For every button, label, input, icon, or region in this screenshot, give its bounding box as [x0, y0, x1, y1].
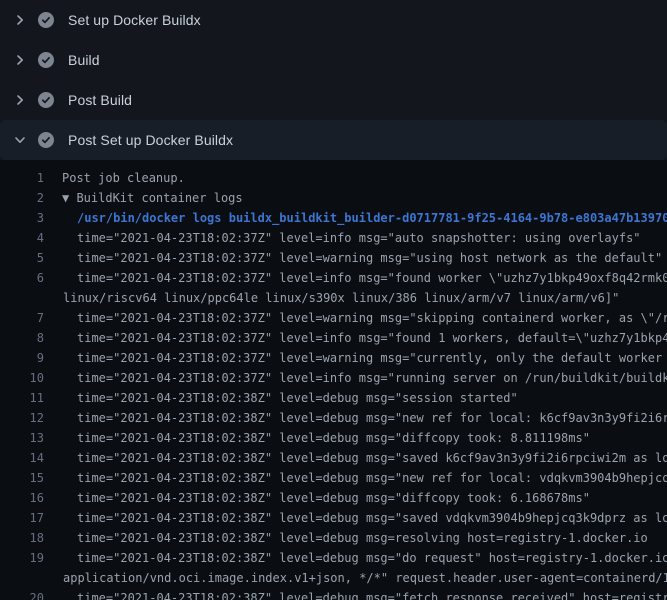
log-text: time="2021-04-23T18:02:38Z" level=debug … — [77, 388, 518, 408]
log-line-continuation[interactable]: application/vnd.oci.image.index.v1+json,… — [0, 568, 667, 588]
log-group-title[interactable]: BuildKit container logs — [76, 191, 242, 205]
log-line[interactable]: 12 time="2021-04-23T18:02:38Z" level=debu… — [0, 408, 667, 428]
line-number[interactable]: 13 — [0, 428, 44, 448]
log-text: time="2021-04-23T18:02:37Z" level=warnin… — [77, 308, 667, 328]
step-list: Set up Docker Buildx Build Post Build Post … — [0, 0, 667, 160]
chevron-right-icon[interactable] — [12, 92, 28, 108]
log-text: time="2021-04-23T18:02:38Z" level=debug … — [77, 488, 590, 508]
log-text: ▼ BuildKit container logs — [62, 188, 243, 208]
line-number[interactable]: 2 — [0, 188, 44, 208]
log-text: linux/riscv64 linux/ppc64le linux/s390x … — [63, 288, 619, 308]
log-area: 1 Post job cleanup. 2 ▼ BuildKit container … — [0, 160, 667, 600]
log-text: time="2021-04-23T18:02:38Z" level=debug … — [77, 408, 667, 428]
log-text: time="2021-04-23T18:02:38Z" level=debug … — [77, 448, 667, 468]
log-line[interactable]: 17 time="2021-04-23T18:02:38Z" level=debu… — [0, 508, 667, 528]
log-line[interactable]: 13 time="2021-04-23T18:02:38Z" level=debu… — [0, 428, 667, 448]
chevron-down-icon[interactable] — [12, 132, 28, 148]
log-text: Post job cleanup. — [62, 168, 185, 188]
log-line[interactable]: 3/usr/bin/docker logs buildx_buildkit_bu… — [0, 208, 667, 228]
log-text: time="2021-04-23T18:02:38Z" level=debug … — [77, 428, 590, 448]
line-number[interactable]: 19 — [0, 548, 44, 568]
step-row-build[interactable]: Build — [0, 40, 667, 80]
log-line[interactable]: 15 time="2021-04-23T18:02:38Z" level=debu… — [0, 468, 667, 488]
log-command-text: /usr/bin/docker logs buildx_buildkit_bui… — [77, 208, 667, 228]
step-label: Build — [68, 52, 100, 68]
line-number[interactable]: 7 — [0, 308, 44, 328]
log-text: application/vnd.oci.image.index.v1+json,… — [63, 568, 667, 588]
log-text: time="2021-04-23T18:02:37Z" level=info m… — [77, 228, 641, 248]
line-number — [0, 288, 44, 308]
log-line[interactable]: 4 time="2021-04-23T18:02:37Z" level=info … — [0, 228, 667, 248]
log-text: time="2021-04-23T18:02:38Z" level=debug … — [77, 548, 667, 568]
check-circle-icon — [38, 132, 54, 148]
line-number[interactable]: 3 — [0, 208, 44, 228]
log-line[interactable]: 19 time="2021-04-23T18:02:38Z" level=debu… — [0, 548, 667, 568]
log-line-continuation[interactable]: linux/riscv64 linux/ppc64le linux/s390x … — [0, 288, 667, 308]
line-number — [0, 568, 44, 588]
line-number[interactable]: 18 — [0, 528, 44, 548]
log-line[interactable]: 16 time="2021-04-23T18:02:38Z" level=debu… — [0, 488, 667, 508]
log-text: time="2021-04-23T18:02:37Z" level=info m… — [77, 328, 667, 348]
line-number[interactable]: 17 — [0, 508, 44, 528]
line-number[interactable]: 20 — [0, 588, 44, 600]
log-text: time="2021-04-23T18:02:38Z" level=debug … — [77, 508, 667, 528]
chevron-right-icon[interactable] — [12, 12, 28, 28]
log-text: time="2021-04-23T18:02:38Z" level=debug … — [77, 468, 667, 488]
line-number[interactable]: 9 — [0, 348, 44, 368]
line-number[interactable]: 4 — [0, 228, 44, 248]
line-number[interactable]: 5 — [0, 248, 44, 268]
line-number[interactable]: 11 — [0, 388, 44, 408]
step-row-post-set-up-docker-buildx[interactable]: Post Set up Docker Buildx — [0, 120, 667, 160]
collapse-triangle-icon[interactable]: ▼ — [62, 191, 76, 205]
log-line[interactable]: 2 ▼ BuildKit container logs — [0, 188, 667, 208]
log-line[interactable]: 11 time="2021-04-23T18:02:38Z" level=debu… — [0, 388, 667, 408]
check-circle-icon — [38, 92, 54, 108]
log-text: time="2021-04-23T18:02:38Z" level=debug … — [77, 528, 648, 548]
log-text: time="2021-04-23T18:02:37Z" level=info m… — [77, 268, 667, 288]
log-line[interactable]: 9 time="2021-04-23T18:02:37Z" level=warni… — [0, 348, 667, 368]
log-text: time="2021-04-23T18:02:37Z" level=warnin… — [77, 348, 667, 368]
line-number[interactable]: 15 — [0, 468, 44, 488]
step-label: Set up Docker Buildx — [68, 12, 201, 28]
line-number[interactable]: 6 — [0, 268, 44, 288]
log-line[interactable]: 18 time="2021-04-23T18:02:38Z" level=debu… — [0, 528, 667, 548]
line-number[interactable]: 10 — [0, 368, 44, 388]
log-text: time="2021-04-23T18:02:37Z" level=warnin… — [77, 248, 662, 268]
line-number[interactable]: 16 — [0, 488, 44, 508]
log-line[interactable]: 10 time="2021-04-23T18:02:37Z" level=info… — [0, 368, 667, 388]
line-number[interactable]: 8 — [0, 328, 44, 348]
line-number[interactable]: 12 — [0, 408, 44, 428]
log-line[interactable]: 20 time="2021-04-23T18:02:38Z" level=debu… — [0, 588, 667, 600]
line-number[interactable]: 1 — [0, 168, 44, 188]
log-line[interactable]: 1 Post job cleanup. — [0, 168, 667, 188]
line-number[interactable]: 14 — [0, 448, 44, 468]
check-circle-icon — [38, 12, 54, 28]
step-row-post-build[interactable]: Post Build — [0, 80, 667, 120]
log-text: time="2021-04-23T18:02:37Z" level=info m… — [77, 368, 667, 388]
log-text: time="2021-04-23T18:02:38Z" level=debug … — [77, 588, 667, 600]
log-line[interactable]: 5 time="2021-04-23T18:02:37Z" level=warni… — [0, 248, 667, 268]
log-line[interactable]: 7 time="2021-04-23T18:02:37Z" level=warni… — [0, 308, 667, 328]
check-circle-icon — [38, 52, 54, 68]
actions-log-viewer: Set up Docker Buildx Build Post Build Post … — [0, 0, 667, 600]
log-line[interactable]: 8 time="2021-04-23T18:02:37Z" level=info … — [0, 328, 667, 348]
chevron-right-icon[interactable] — [12, 52, 28, 68]
step-label: Post Set up Docker Buildx — [68, 132, 233, 148]
log-line[interactable]: 6 time="2021-04-23T18:02:37Z" level=info … — [0, 268, 667, 288]
log-line[interactable]: 14 time="2021-04-23T18:02:38Z" level=debu… — [0, 448, 667, 468]
step-row-set-up-docker-buildx[interactable]: Set up Docker Buildx — [0, 0, 667, 40]
step-label: Post Build — [68, 92, 132, 108]
